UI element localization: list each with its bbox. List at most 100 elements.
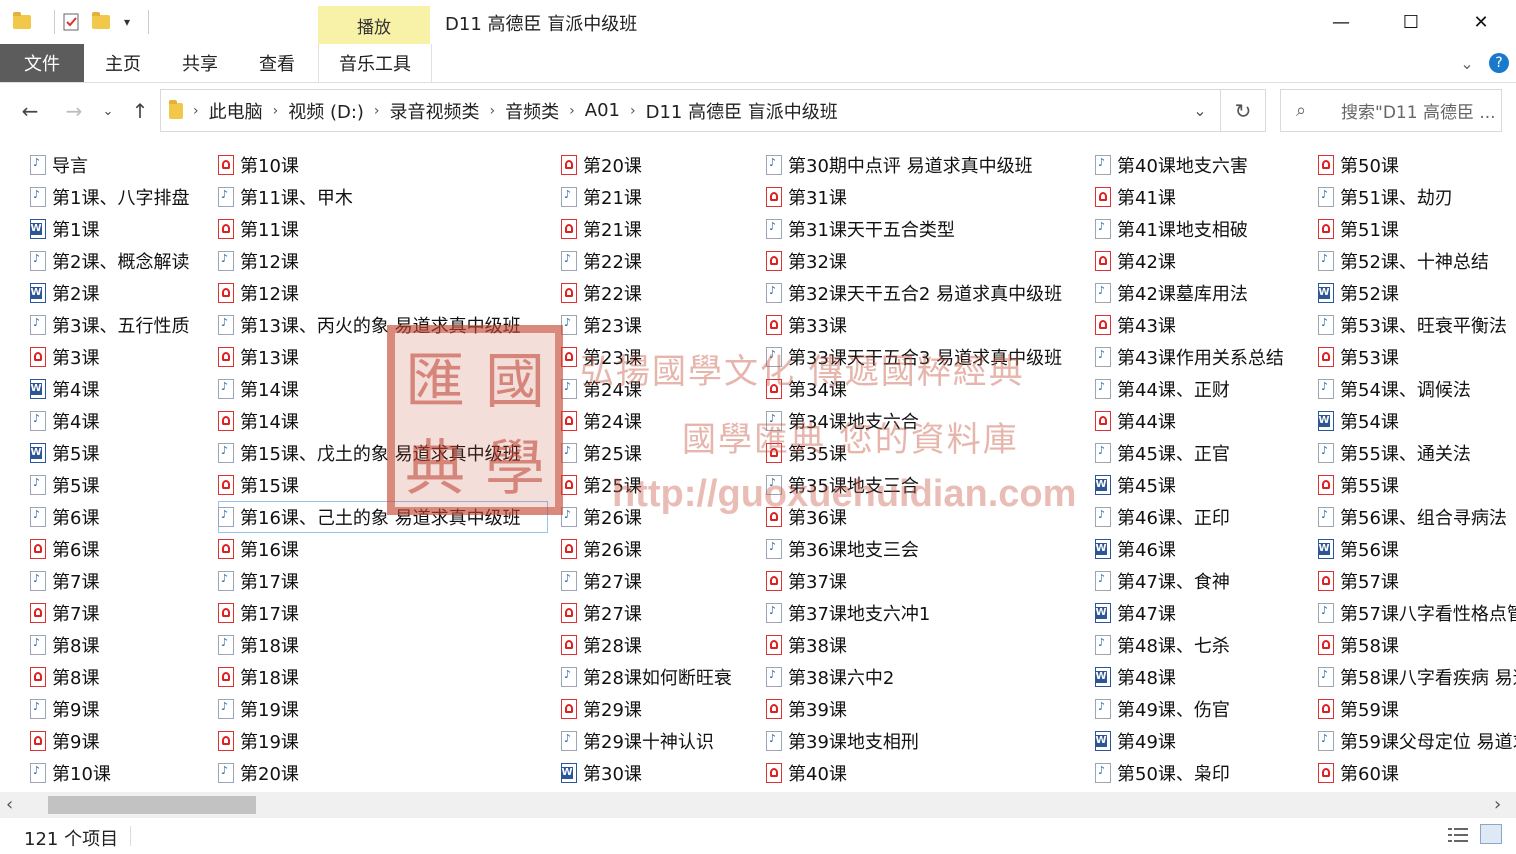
close-button[interactable]: ✕ <box>1446 0 1516 44</box>
file-item[interactable]: 第26课 <box>561 501 761 533</box>
file-item[interactable]: 第53课、旺衰平衡法 <box>1318 309 1516 341</box>
breadcrumb-a01[interactable]: A01 <box>585 100 620 121</box>
file-item[interactable]: 第14课 <box>218 373 548 405</box>
file-item[interactable]: 第12课 <box>218 245 548 277</box>
file-item[interactable]: 第13课、丙火的象 易道求真中级班 <box>218 309 548 341</box>
file-item[interactable]: 第14课 <box>218 405 548 437</box>
file-item[interactable]: 第31课 <box>766 181 1086 213</box>
context-tab-play[interactable]: 播放 <box>318 6 430 44</box>
file-item[interactable]: 第58课八字看疾病 易道 <box>1318 661 1516 693</box>
file-item[interactable]: 第57课 <box>1318 565 1516 597</box>
file-item[interactable]: 第29课十神认识 <box>561 725 761 757</box>
refresh-icon[interactable]: ↻ <box>1221 99 1265 123</box>
large-icons-view-icon[interactable] <box>1480 824 1502 844</box>
file-item[interactable]: 第42课墓库用法 <box>1095 277 1310 309</box>
file-item[interactable]: 第22课 <box>561 277 761 309</box>
file-item[interactable]: 第40课 <box>766 757 1086 789</box>
file-item[interactable]: 第4课 <box>30 373 220 405</box>
up-button[interactable]: ↑ <box>126 97 154 125</box>
file-item[interactable]: 第55课 <box>1318 469 1516 501</box>
file-item[interactable]: 第57课八字看性格点管 <box>1318 597 1516 629</box>
file-item[interactable]: 第18课 <box>218 661 548 693</box>
file-item[interactable]: 第41课 <box>1095 181 1310 213</box>
file-item[interactable]: 第46课 <box>1095 533 1310 565</box>
file-item[interactable]: 第29课 <box>561 693 761 725</box>
file-item[interactable]: 第35课 <box>766 437 1086 469</box>
address-bar[interactable]: › 此电脑 › 视频 (D:) › 录音视频类 › 音频类 › A01 › D1… <box>160 89 1266 132</box>
customize-toolbar-icon[interactable]: ▾ <box>118 10 136 34</box>
file-item[interactable]: 第5课 <box>30 437 220 469</box>
file-item[interactable]: 第10课 <box>30 757 220 789</box>
file-item[interactable]: 第37课 <box>766 565 1086 597</box>
file-item[interactable]: 第12课 <box>218 277 548 309</box>
help-icon[interactable]: ? <box>1487 44 1511 82</box>
file-item[interactable]: 第24课 <box>561 373 761 405</box>
scroll-left-icon[interactable]: ‹ <box>6 794 13 815</box>
file-item[interactable]: 第16课、己土的象 易道求真中级班 <box>218 501 548 533</box>
file-item[interactable]: 第16课 <box>218 533 548 565</box>
file-item[interactable]: 第51课、劫刃 <box>1318 181 1516 213</box>
file-item[interactable]: 第40课地支六害 <box>1095 149 1310 181</box>
file-item[interactable]: 第56课 <box>1318 533 1516 565</box>
file-item[interactable]: 第42课 <box>1095 245 1310 277</box>
file-item[interactable]: 第21课 <box>561 181 761 213</box>
file-item[interactable]: 第43课 <box>1095 309 1310 341</box>
file-item[interactable]: 第25课 <box>561 469 761 501</box>
search-box[interactable]: ⌕ 搜索"D11 高德臣 ... <box>1280 89 1502 132</box>
file-item[interactable]: 第15课 <box>218 469 548 501</box>
file-item[interactable]: 第25课 <box>561 437 761 469</box>
file-item[interactable]: 第39课 <box>766 693 1086 725</box>
file-item[interactable]: 第49课 <box>1095 725 1310 757</box>
file-item[interactable]: 第47课、食神 <box>1095 565 1310 597</box>
file-item[interactable]: 第30期中点评 易道求真中级班 <box>766 149 1086 181</box>
file-item[interactable]: 第10课 <box>218 149 548 181</box>
file-item[interactable]: 第53课 <box>1318 341 1516 373</box>
file-item[interactable]: 第21课 <box>561 213 761 245</box>
minimize-button[interactable]: — <box>1306 0 1376 44</box>
file-item[interactable]: 第43课作用关系总结 <box>1095 341 1310 373</box>
file-item[interactable]: 第47课 <box>1095 597 1310 629</box>
file-item[interactable]: 第1课、八字排盘 <box>30 181 220 213</box>
file-item[interactable]: 第23课 <box>561 341 761 373</box>
breadcrumb-recordings[interactable]: 录音视频类 <box>390 98 480 124</box>
file-item[interactable]: 第17课 <box>218 597 548 629</box>
file-item[interactable]: 第17课 <box>218 565 548 597</box>
scrollbar-thumb[interactable] <box>48 796 256 814</box>
file-item[interactable]: 第46课、正印 <box>1095 501 1310 533</box>
file-item[interactable]: 第54课、调候法 <box>1318 373 1516 405</box>
file-item[interactable]: 第5课 <box>30 469 220 501</box>
address-history-icon[interactable]: ⌄ <box>1180 101 1220 120</box>
file-item[interactable]: 第60课 <box>1318 757 1516 789</box>
file-item[interactable]: 第36课 <box>766 501 1086 533</box>
properties-icon[interactable] <box>60 10 82 34</box>
file-item[interactable]: 第56课、组合寻病法 <box>1318 501 1516 533</box>
new-folder-icon[interactable] <box>90 10 112 34</box>
back-button[interactable]: ← <box>16 97 44 125</box>
file-item[interactable]: 第3课 <box>30 341 220 373</box>
file-item[interactable]: 第18课 <box>218 629 548 661</box>
file-item[interactable]: 第8课 <box>30 629 220 661</box>
file-item[interactable]: 第45课、正官 <box>1095 437 1310 469</box>
file-item[interactable]: 第15课、戊土的象 易道求真中级班 <box>218 437 548 469</box>
tab-share[interactable]: 共享 <box>170 44 230 82</box>
file-item[interactable]: 第51课 <box>1318 213 1516 245</box>
file-item[interactable]: 第20课 <box>218 757 548 789</box>
file-item[interactable]: 第19课 <box>218 725 548 757</box>
file-item[interactable]: 第27课 <box>561 565 761 597</box>
file-item[interactable]: 第28课如何断旺衰 <box>561 661 761 693</box>
recent-locations-icon[interactable]: ⌄ <box>98 97 118 125</box>
file-item[interactable]: 第3课、五行性质 <box>30 309 220 341</box>
file-item[interactable]: 第20课 <box>561 149 761 181</box>
file-item[interactable]: 第59课 <box>1318 693 1516 725</box>
file-item[interactable]: 第27课 <box>561 597 761 629</box>
file-item[interactable]: 第4课 <box>30 405 220 437</box>
breadcrumb-drive-d[interactable]: 视频 (D:) <box>288 98 364 124</box>
file-item[interactable]: 第30课 <box>561 757 761 789</box>
file-item[interactable]: 第54课 <box>1318 405 1516 437</box>
file-item[interactable]: 第34课地支六合 <box>766 405 1086 437</box>
file-item[interactable]: 第13课 <box>218 341 548 373</box>
file-item[interactable]: 第28课 <box>561 629 761 661</box>
file-item[interactable]: 第8课 <box>30 661 220 693</box>
file-item[interactable]: 第1课 <box>30 213 220 245</box>
scroll-right-icon[interactable]: › <box>1494 794 1501 815</box>
